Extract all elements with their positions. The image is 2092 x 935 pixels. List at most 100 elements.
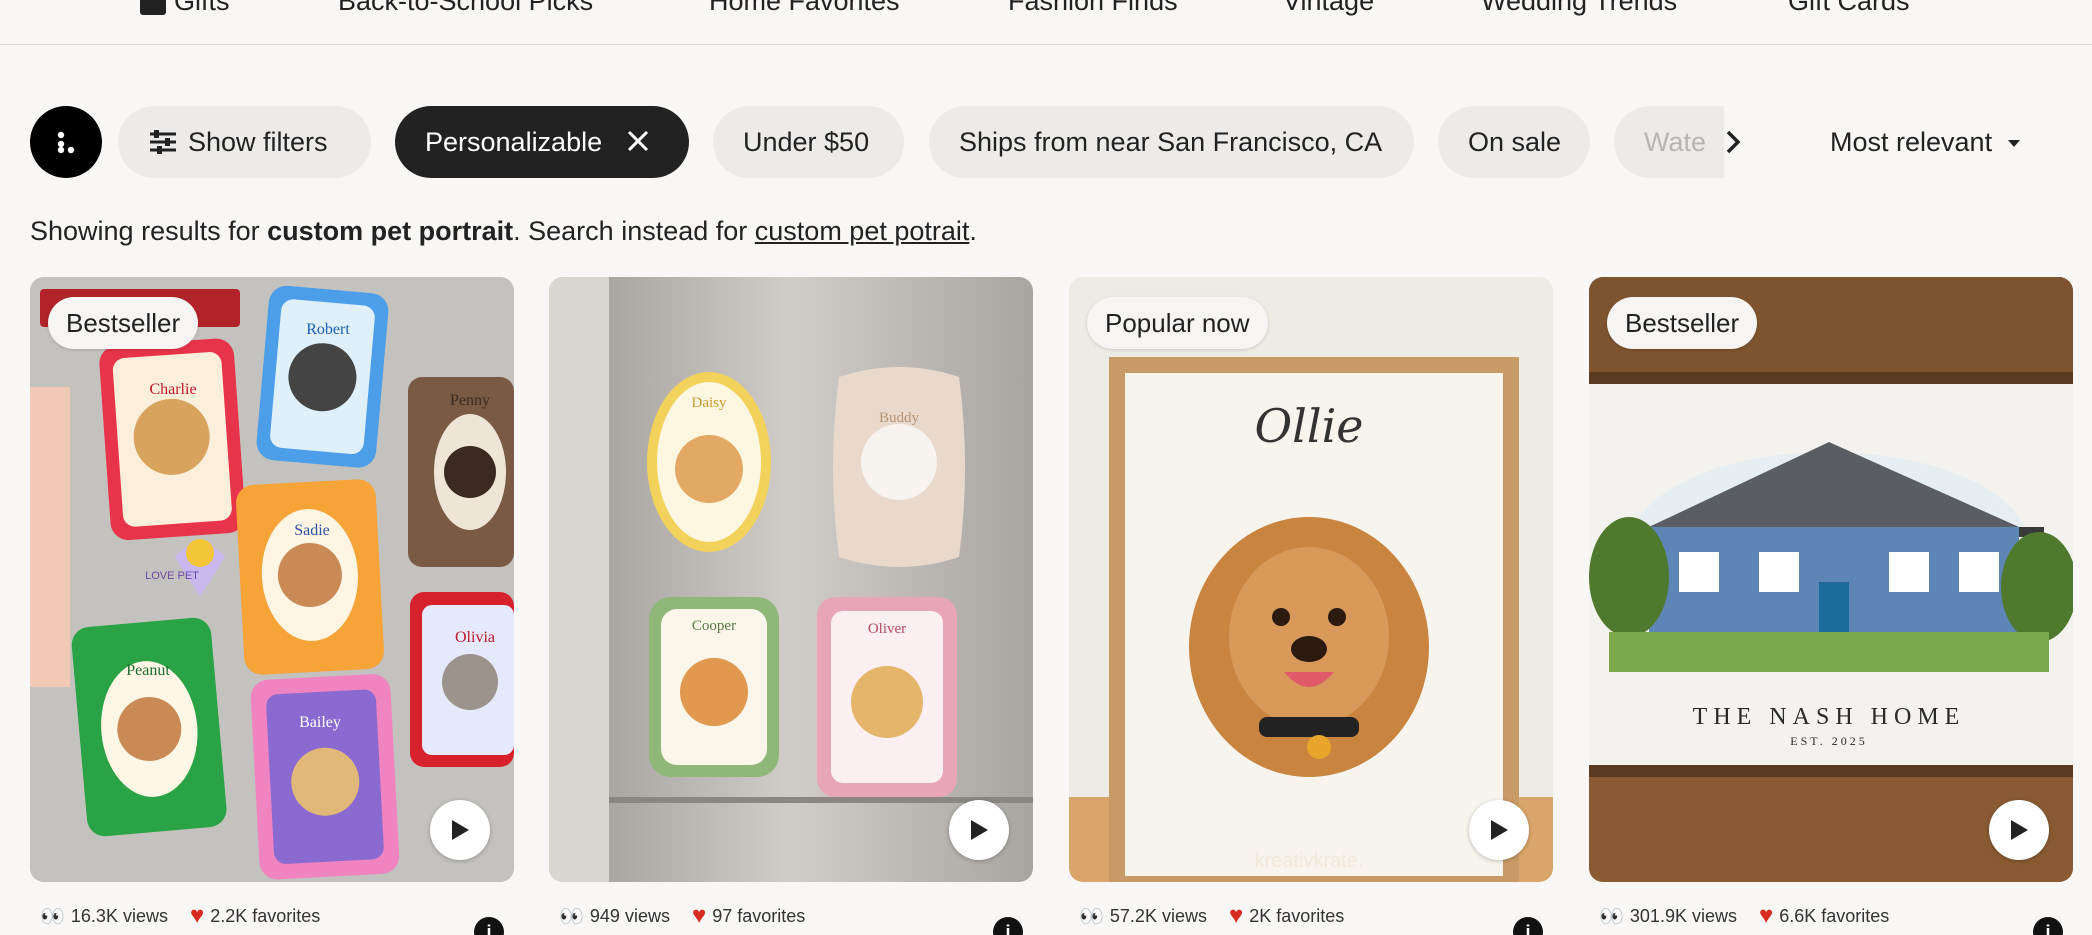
nav-item-wedding-trends[interactable]: Wedding Trends [1481, 0, 1677, 17]
badge-label: Popular now [1105, 307, 1250, 338]
play-icon [452, 820, 469, 840]
favorites-stat: ♥ 2.2K favorites [190, 902, 320, 930]
listing-stats: 👀 949 views ♥ 97 favorites [549, 897, 1033, 935]
badge-label: Bestseller [66, 307, 181, 338]
listing-card[interactable]: Charlie Robert Penny Sadie Peanut Bailey… [30, 277, 514, 935]
listing-card[interactable]: Daisy Buddy Cooper Oliver 👀 949 views ♥ 97… [549, 277, 1033, 935]
svg-text:Buddy: Buddy [879, 410, 920, 426]
eyes-icon: 👀 [1599, 905, 1624, 928]
views-stat: 👀 57.2K views [1079, 904, 1207, 929]
category-nav: Gifts Back-to-School Picks Home Favorite… [0, 0, 2092, 45]
bestseller-badge: Bestseller [48, 297, 199, 349]
favorites-stat: ♥ 97 favorites [692, 902, 805, 930]
search-correction: Showing results for custom pet portrait.… [30, 216, 977, 247]
nav-item-gift-cards[interactable]: Gift Cards [1788, 0, 1910, 17]
close-icon[interactable] [626, 125, 650, 159]
nav-item-label: Home Favorites [709, 0, 900, 16]
svg-text:Oliver: Oliver [868, 621, 906, 637]
heart-icon: ♥ [691, 902, 707, 929]
listing-stats: 👀 301.9K views ♥ 6.6K favorites [1589, 897, 2073, 935]
chevron-right-icon[interactable] [1718, 120, 1748, 164]
sort-label: Most relevant [1830, 126, 1993, 157]
views-label: 16.3K views [70, 905, 168, 926]
more-icon [57, 131, 75, 154]
svg-text:Robert: Robert [306, 321, 350, 338]
chip-label: Under $50 [743, 126, 870, 157]
eyes-icon: 👀 [559, 905, 584, 928]
nav-item-vintage[interactable]: Vintage [1283, 0, 1374, 17]
nav-item-label: Gift Cards [1788, 0, 1910, 16]
results-middle: . Search instead for [513, 216, 755, 246]
listing-card[interactable]: Ollie kreativkrate. Popular now 👀 57.2K v… [1069, 277, 1553, 935]
listing-image[interactable]: Ollie kreativkrate. Popular now [1069, 277, 1553, 882]
bestseller-badge: Bestseller [1607, 297, 1758, 349]
results-query: custom pet portrait [267, 216, 514, 246]
chip-ships-from[interactable]: Ships from near San Francisco, CA [929, 106, 1414, 178]
nav-item-label: Back-to-School Picks [338, 0, 594, 16]
favorites-stat: ♥ 2K favorites [1229, 902, 1344, 930]
svg-text:Bailey: Bailey [299, 714, 341, 731]
caret-down-icon [2008, 139, 2021, 147]
results-suffix: . [969, 216, 977, 246]
favorites-stat: ♥ 6.6K favorites [1759, 902, 1889, 930]
chip-label: Personalizable [425, 126, 603, 157]
views-stat: 👀 16.3K views [40, 904, 168, 929]
views-label: 301.9K views [1629, 905, 1737, 926]
nav-item-back-to-school[interactable]: Back-to-School Picks [338, 0, 593, 17]
play-icon [2011, 820, 2028, 840]
favorites-label: 6.6K favorites [1779, 905, 1890, 926]
play-icon [1491, 820, 1508, 840]
nav-item-label: Fashion Finds [1008, 0, 1178, 16]
svg-text:LOVE PET: LOVE PET [145, 570, 199, 582]
nav-item-home-favorites[interactable]: Home Favorites [709, 0, 900, 17]
play-button[interactable] [1989, 800, 2049, 860]
svg-text:Cooper: Cooper [692, 618, 736, 634]
gift-icon [140, 0, 166, 15]
chip-personalizable[interactable]: Personalizable [395, 106, 689, 178]
listing-card[interactable]: THE NASH HOME EST. 2025 Bestseller 👀 301.… [1589, 277, 2073, 935]
play-button[interactable] [949, 800, 1009, 860]
show-filters-label: Show filters [188, 126, 328, 157]
nav-item-fashion-finds[interactable]: Fashion Finds [1008, 0, 1178, 17]
svg-text:Sadie: Sadie [294, 522, 330, 539]
filter-menu-button[interactable] [30, 106, 102, 178]
chip-label: Ships from near San Francisco, CA [959, 126, 1383, 157]
svg-text:Penny: Penny [450, 392, 490, 409]
nav-item-label: Wedding Trends [1481, 0, 1678, 16]
svg-text:THE NASH HOME: THE NASH HOME [1693, 704, 1966, 730]
svg-text:Ollie: Ollie [1254, 399, 1363, 453]
svg-text:Peanut: Peanut [126, 662, 170, 679]
play-button[interactable] [1469, 800, 1529, 860]
sliders-icon [150, 130, 176, 154]
views-stat: 👀 949 views [559, 904, 670, 929]
chip-label: Wate [1644, 126, 1707, 157]
svg-text:Olivia: Olivia [455, 629, 495, 646]
heart-icon: ♥ [189, 902, 205, 929]
popular-now-badge: Popular now [1087, 297, 1268, 349]
play-button[interactable] [430, 800, 490, 860]
chip-on-sale[interactable]: On sale [1438, 106, 1590, 178]
play-icon [971, 820, 988, 840]
alt-query-link[interactable]: custom pet potrait [755, 216, 970, 246]
listing-image[interactable]: Charlie Robert Penny Sadie Peanut Bailey… [30, 277, 514, 882]
badge-label: Bestseller [1625, 307, 1740, 338]
chip-under-50[interactable]: Under $50 [713, 106, 904, 178]
image-text: Charlie [149, 381, 196, 398]
chip-truncated[interactable]: Wate [1614, 106, 1724, 178]
nav-item-gifts[interactable]: Gifts [140, 0, 230, 17]
nav-item-label: Vintage [1283, 0, 1375, 16]
filter-bar: Show filters Personalizable Under $50 Sh… [0, 106, 2092, 178]
views-label: 949 views [589, 905, 670, 926]
listing-stats: 👀 16.3K views ♥ 2.2K favorites [30, 897, 514, 935]
sort-dropdown[interactable]: Most relevant [1830, 106, 2021, 178]
show-filters-button[interactable]: Show filters [118, 106, 371, 178]
listing-image[interactable]: Daisy Buddy Cooper Oliver [549, 277, 1033, 882]
listing-image[interactable]: THE NASH HOME EST. 2025 Bestseller [1589, 277, 2073, 882]
nav-item-label: Gifts [174, 0, 230, 16]
listing-stats: 👀 57.2K views ♥ 2K favorites [1069, 897, 1553, 935]
svg-text:Daisy: Daisy [692, 395, 727, 411]
favorites-label: 97 favorites [712, 905, 806, 926]
eyes-icon: 👀 [1079, 905, 1104, 928]
heart-icon: ♥ [1758, 902, 1774, 929]
heart-icon: ♥ [1228, 902, 1244, 929]
